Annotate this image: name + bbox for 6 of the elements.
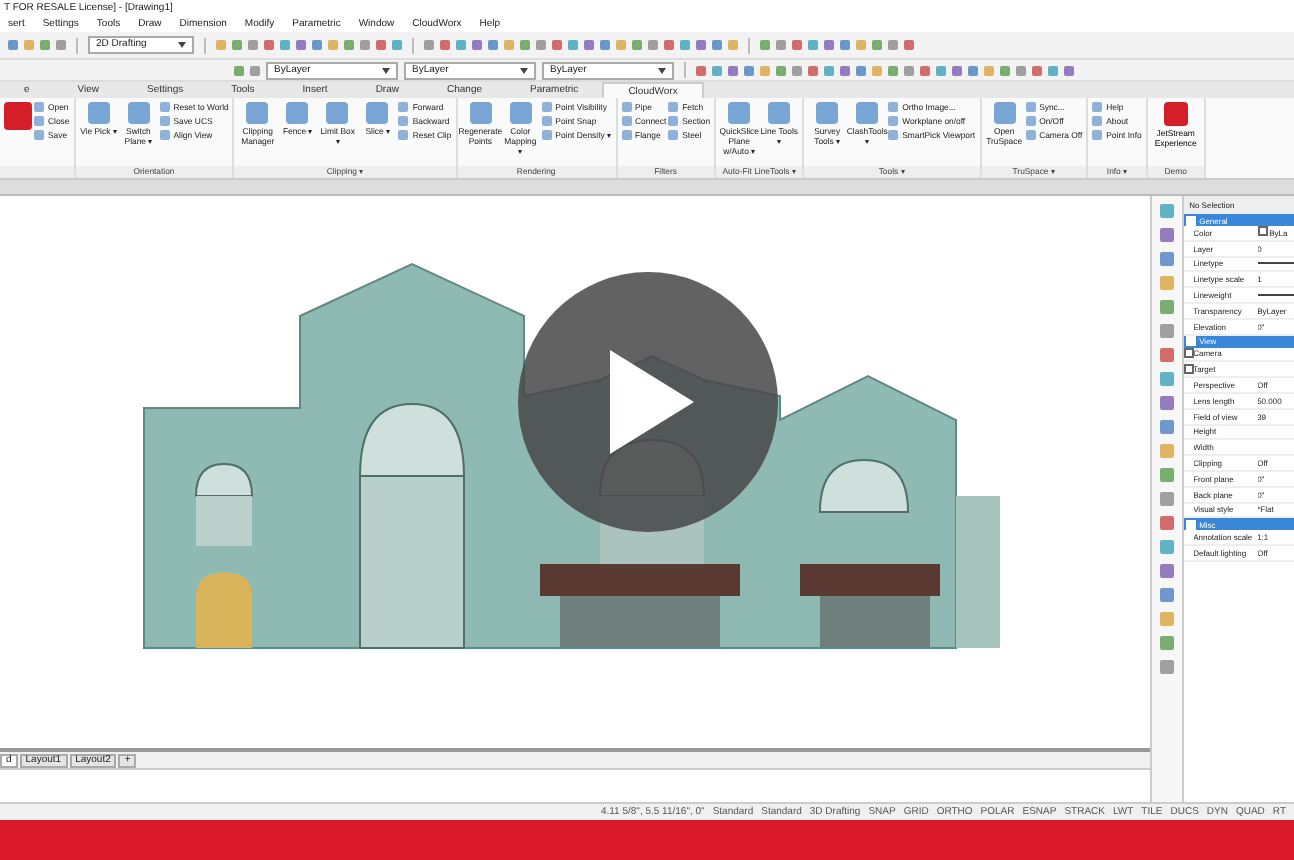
collapse-icon[interactable] — [1185, 215, 1196, 225]
app-logo-icon[interactable] — [4, 102, 32, 130]
line-sample — [1257, 262, 1294, 265]
collapse-icon[interactable] — [1185, 336, 1196, 347]
line-sample — [1257, 294, 1294, 297]
collapse-icon[interactable] — [1185, 519, 1196, 530]
